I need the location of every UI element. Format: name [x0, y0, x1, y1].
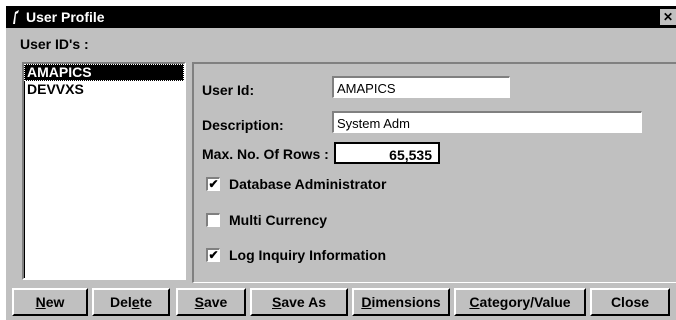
- max-rows-label: Max. No. Of Rows :: [202, 146, 329, 162]
- button-bar: New Delete Save Save As Dimensions Categ…: [6, 288, 676, 318]
- log-inquiry-label: Log Inquiry Information: [229, 247, 387, 263]
- dimensions-button[interactable]: Dimensions: [352, 288, 450, 316]
- multi-currency-label: Multi Currency: [229, 212, 328, 228]
- list-item[interactable]: AMAPICS: [24, 64, 184, 81]
- description-field[interactable]: System Adm: [332, 111, 642, 133]
- database-administrator-checkbox[interactable]: ✔ Database Administrator: [206, 176, 386, 192]
- window-title: User Profile: [26, 9, 105, 25]
- save-button[interactable]: Save: [176, 288, 246, 316]
- user-ids-list[interactable]: AMAPICS DEVVXS: [22, 62, 186, 280]
- user-details-panel: User Id: AMAPICS Description: System Adm…: [192, 62, 676, 283]
- new-button[interactable]: New: [12, 288, 88, 316]
- close-button[interactable]: Close: [590, 288, 670, 316]
- close-icon[interactable]: ✕: [660, 9, 676, 25]
- app-icon: [10, 9, 22, 25]
- max-rows-field[interactable]: 65,535: [334, 142, 440, 164]
- user-id-label: User Id:: [202, 82, 255, 98]
- user-ids-label: User ID's :: [20, 36, 89, 52]
- title-bar[interactable]: User Profile ✕: [6, 6, 676, 28]
- log-inquiry-checkbox[interactable]: ✔ Log Inquiry Information: [206, 247, 386, 263]
- checkbox-unchecked-icon: [206, 213, 220, 227]
- category-value-button[interactable]: Category/Value: [454, 288, 586, 316]
- delete-button[interactable]: Delete: [92, 288, 170, 316]
- multi-currency-checkbox[interactable]: Multi Currency: [206, 212, 327, 228]
- checkbox-checked-icon: ✔: [206, 177, 220, 191]
- save-as-button[interactable]: Save As: [250, 288, 348, 316]
- checkbox-checked-icon: ✔: [206, 248, 220, 262]
- user-id-field[interactable]: AMAPICS: [332, 76, 510, 98]
- list-item[interactable]: DEVVXS: [24, 81, 184, 98]
- user-profile-window: User Profile ✕ User ID's : AMAPICS DEVVX…: [6, 6, 676, 320]
- database-administrator-label: Database Administrator: [229, 176, 387, 192]
- description-label: Description:: [202, 117, 284, 133]
